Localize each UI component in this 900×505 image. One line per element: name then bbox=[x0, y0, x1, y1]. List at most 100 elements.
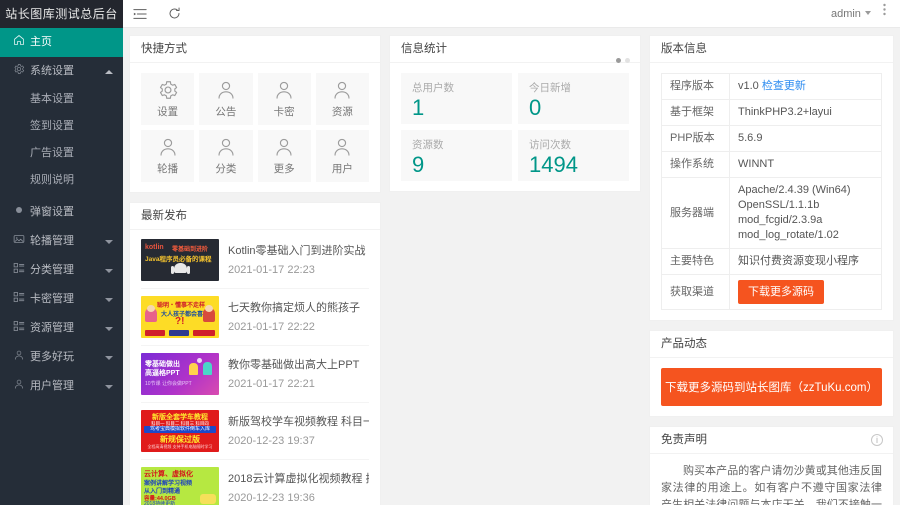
version-title: 版本信息 bbox=[650, 36, 893, 63]
latest-list: kotlin 零基础到进阶 Java程序员必备的课程 Kotlin零基础入门到进阶实战… bbox=[141, 232, 369, 505]
latest-item-meta: 教你零基础做出高大上PPT 2021-01-17 22:21 bbox=[228, 358, 369, 391]
latest-item-title: 七天教你搞定烦人的熊孩子 bbox=[228, 301, 360, 314]
shortcut-更多[interactable]: 更多 bbox=[257, 130, 311, 182]
sidebar-subitem-1-1[interactable]: 签到设置 bbox=[0, 113, 123, 140]
stat-value: 9 bbox=[412, 152, 425, 177]
sidebar-item-1[interactable]: 系统设置 bbox=[0, 57, 123, 86]
carousel-dot[interactable] bbox=[625, 58, 630, 63]
menu-collapse-icon[interactable] bbox=[123, 0, 157, 27]
shortcut-label: 分类 bbox=[215, 163, 237, 175]
shortcuts-card: 快捷方式 设置 公告 卡密 资源 轮播 分类 更多 用户 bbox=[129, 35, 381, 193]
latest-item[interactable]: 云计算、虚拟化 案例讲解学习视频 从入门到精通 容量:44.0GB 2018持续更新 20… bbox=[141, 460, 369, 505]
check-update-link[interactable]: 检查更新 bbox=[762, 80, 806, 92]
version-key: 基于框架 bbox=[661, 99, 730, 126]
shortcut-label: 卡密 bbox=[273, 106, 295, 118]
version-value-cell: 下载更多源码 bbox=[729, 274, 882, 310]
latest-item-meta: 七天教你搞定烦人的熊孩子 2021-01-17 22:22 bbox=[228, 301, 369, 334]
shortcut-分类[interactable]: 分类 bbox=[199, 130, 253, 182]
sidebar-item-6[interactable]: 资源管理 bbox=[0, 314, 123, 343]
download-banner-button[interactable]: 下载更多源码到站长图库（zzTuKu.com） bbox=[661, 368, 882, 406]
sidebar-item-7[interactable]: 更多好玩 bbox=[0, 343, 123, 372]
sidebar-item-3[interactable]: 轮播管理 bbox=[0, 227, 123, 256]
latest-item-title: Kotlin零基础入门到进阶实战 bbox=[228, 244, 366, 257]
disclaimer-title: 免责声明 bbox=[661, 434, 707, 446]
column-left: 快捷方式 设置 公告 卡密 资源 轮播 分类 更多 用户 最新发布 kotlin 零基础到进阶 J… bbox=[129, 35, 381, 505]
stat-2: 资源数 9 bbox=[401, 130, 512, 181]
thumbnail[interactable]: kotlin 零基础到进阶 Java程序员必备的课程 bbox=[141, 239, 219, 281]
sidebar-item-label: 卡密管理 bbox=[30, 293, 74, 305]
sidebar-item-label: 轮播管理 bbox=[30, 235, 74, 247]
version-key: 程序版本 bbox=[661, 73, 730, 100]
app-logo: 站长图库测试总后台 bbox=[0, 0, 123, 28]
home-icon bbox=[12, 34, 25, 46]
latest-item-time: 2020-12-23 19:36 bbox=[228, 491, 315, 504]
stats-carousel-dots[interactable] bbox=[612, 47, 630, 74]
sidebar-subitem-1-0[interactable]: 基本设置 bbox=[0, 86, 123, 113]
column-middle: 信息统计 总用户数 1 今日新增 0 资源数 9 访问次数 1494 bbox=[389, 35, 641, 505]
shortcut-用户[interactable]: 用户 bbox=[315, 130, 369, 182]
latest-item-title: 2018云计算虚拟化视频教程 技术参考Docker容器Xen/KVM项目实战 bbox=[228, 472, 369, 485]
thumbnail[interactable]: 聪明・懂事不走样 大人孩子都会喜欢?! bbox=[141, 296, 219, 338]
sidebar-item-5[interactable]: 卡密管理 bbox=[0, 285, 123, 314]
disclaimer-text: 购买本产品的客户请勿沙黄或其他违反国家法律的用途上。如有客户不遵守国家法律 产生… bbox=[661, 465, 882, 505]
user-icon bbox=[273, 136, 295, 158]
shortcut-公告[interactable]: 公告 bbox=[199, 73, 253, 125]
download-source-button[interactable]: 下载更多源码 bbox=[738, 280, 824, 304]
stats-card: 信息统计 总用户数 1 今日新增 0 资源数 9 访问次数 1494 bbox=[389, 35, 641, 192]
chevron-icon bbox=[105, 239, 113, 244]
chevron-icon bbox=[105, 384, 113, 389]
sidebar-item-8[interactable]: 用户管理 bbox=[0, 372, 123, 401]
top-header: admin bbox=[123, 0, 900, 28]
user-menu[interactable]: admin bbox=[831, 8, 874, 20]
image-icon bbox=[12, 233, 25, 245]
stat-value: 1494 bbox=[529, 152, 578, 177]
sidebar-item-0[interactable]: 主页 bbox=[0, 28, 123, 57]
stat-label: 访问次数 bbox=[529, 139, 571, 151]
user-icon bbox=[215, 79, 237, 101]
latest-item-title: 教你零基础做出高大上PPT bbox=[228, 358, 360, 371]
stat-value: 1 bbox=[412, 95, 425, 120]
stat-label: 资源数 bbox=[412, 139, 444, 151]
thumbnail[interactable]: 新版全套学车教程 科目一 科目二 科目三 科目四 驾考宝典模拟软件倒车入库 新规保过版… bbox=[141, 410, 219, 452]
user-icon bbox=[215, 136, 237, 158]
sidebar-item-label: 弹窗设置 bbox=[30, 206, 74, 218]
latest-item[interactable]: 新版全套学车教程 科目一 科目二 科目三 科目四 驾考宝典模拟软件倒车入库 新规保过版… bbox=[141, 403, 369, 460]
carousel-dot[interactable] bbox=[616, 58, 621, 63]
stat-value: 0 bbox=[529, 95, 542, 120]
latest-item[interactable]: 聪明・懂事不走样 大人孩子都会喜欢?! 七天教你搞定烦人的熊孩子 2021-01-17… bbox=[141, 289, 369, 346]
stats-title: 信息统计 bbox=[401, 43, 447, 55]
version-value-cell: ThinkPHP3.2+layui bbox=[729, 99, 882, 126]
chevron-down-icon bbox=[864, 11, 871, 15]
version-key: 操作系统 bbox=[661, 151, 730, 178]
shortcut-轮播[interactable]: 轮播 bbox=[141, 130, 195, 182]
sidebar-subitem-1-3[interactable]: 规则说明 bbox=[0, 167, 123, 194]
version-value-cell: WINNT bbox=[729, 151, 882, 178]
latest-item-meta: 2018云计算虚拟化视频教程 技术参考Docker容器Xen/KVM项目实战 20… bbox=[228, 472, 369, 505]
info-icon[interactable]: i bbox=[871, 434, 883, 446]
sidebar-item-4[interactable]: 分类管理 bbox=[0, 256, 123, 285]
sidebar-item-2[interactable]: 弹窗设置 bbox=[0, 198, 123, 227]
header-right: admin bbox=[831, 0, 900, 27]
version-value: Apache/2.4.39 (Win64) OpenSSL/1.1.1b mod… bbox=[738, 184, 851, 241]
shortcut-资源[interactable]: 资源 bbox=[315, 73, 369, 125]
refresh-icon[interactable] bbox=[157, 0, 191, 27]
sidebar-subitem-1-2[interactable]: 广告设置 bbox=[0, 140, 123, 167]
list-icon bbox=[12, 320, 25, 332]
latest-item[interactable]: 零基础做出 高逼格PPT 10节课 让你会做PPT 教你零基础做出高大上PPT 2021… bbox=[141, 346, 369, 403]
thumbnail[interactable]: 云计算、虚拟化 案例讲解学习视频 从入门到精通 容量:44.0GB 2018持续更新 bbox=[141, 467, 219, 505]
latest-title: 最新发布 bbox=[130, 203, 380, 230]
version-value-cell: v1.0 检查更新 bbox=[729, 73, 882, 100]
more-vertical-icon[interactable] bbox=[874, 0, 894, 27]
version-key: 获取渠道 bbox=[661, 274, 730, 310]
latest-item[interactable]: kotlin 零基础到进阶 Java程序员必备的课程 Kotlin零基础入门到进阶实战… bbox=[141, 232, 369, 289]
version-row: PHP版本 5.6.9 bbox=[661, 125, 882, 152]
shortcut-卡密[interactable]: 卡密 bbox=[257, 73, 311, 125]
thumbnail[interactable]: 零基础做出 高逼格PPT 10节课 让你会做PPT bbox=[141, 353, 219, 395]
latest-item-title: 新版驾校学车视频教程 科目一二三四驾考宝典模拟软件倒车入库教 bbox=[228, 415, 369, 428]
version-value: 5.6.9 bbox=[738, 132, 763, 144]
shortcut-设置[interactable]: 设置 bbox=[141, 73, 195, 125]
latest-card: 最新发布 kotlin 零基础到进阶 Java程序员必备的课程 Kotlin零基础入门… bbox=[129, 202, 381, 505]
user-name: admin bbox=[830, 8, 861, 20]
version-key: 主要特色 bbox=[661, 248, 730, 275]
sidebar-item-label: 更多好玩 bbox=[30, 351, 74, 363]
